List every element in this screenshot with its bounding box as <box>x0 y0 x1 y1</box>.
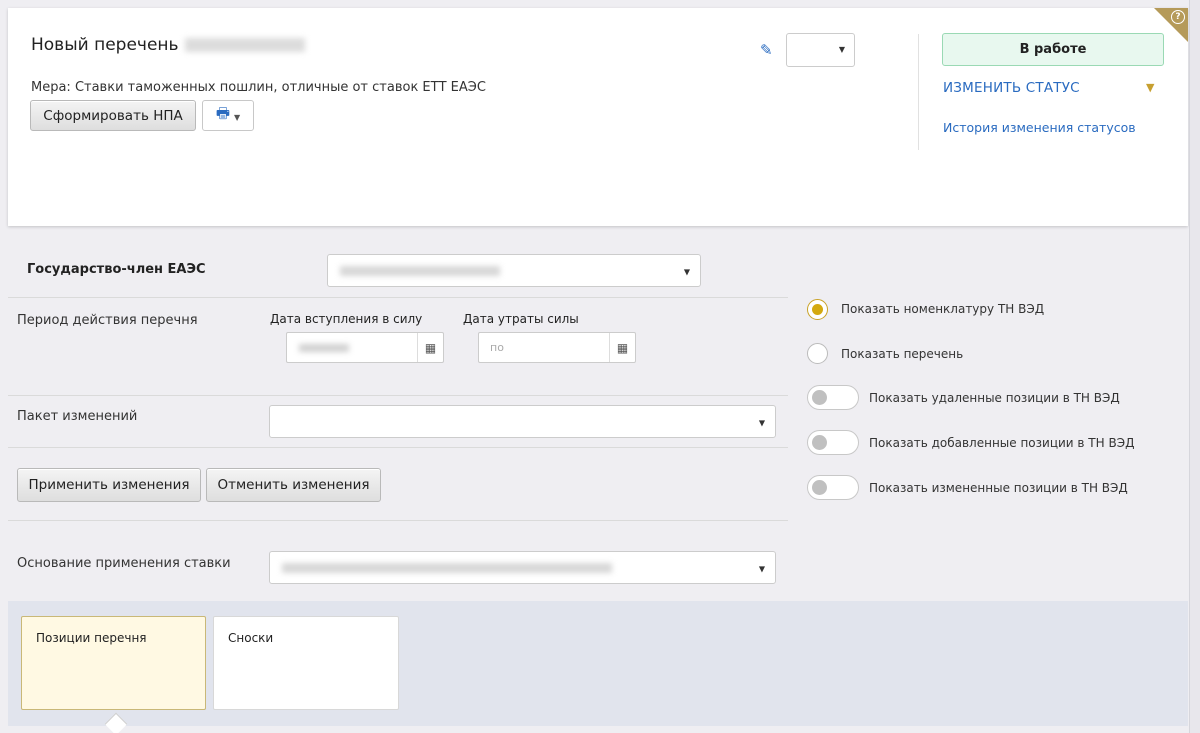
show-deleted-label: Показать удаленные позиции в ТН ВЭД <box>869 391 1120 405</box>
print-button[interactable]: 🖶 ▼ <box>202 100 254 131</box>
date-end-input[interactable]: по ▦ <box>478 332 636 363</box>
cancel-changes-button[interactable]: Отменить изменения <box>206 468 381 502</box>
basis-label: Основание применения ставки <box>17 556 231 571</box>
divider <box>8 447 788 448</box>
show-list-label: Показать перечень <box>841 347 964 361</box>
status-history-link[interactable]: История изменения статусов <box>943 120 1136 135</box>
basis-value <box>282 562 612 573</box>
show-nomenclature-radio[interactable] <box>807 299 828 320</box>
tab-list-positions[interactable]: Позиции перечня <box>21 616 206 710</box>
date-start-label: Дата вступления в силу <box>270 312 423 326</box>
divider <box>8 395 788 396</box>
scrollbar[interactable] <box>1189 0 1200 733</box>
basis-select[interactable]: ▼ <box>269 551 776 584</box>
version-select[interactable]: ▼ <box>786 33 855 67</box>
tab-label: Сноски <box>228 631 274 645</box>
date-end-label: Дата утраты силы <box>463 312 579 326</box>
show-changed-toggle[interactable] <box>807 475 859 500</box>
date-start-input[interactable]: ▦ <box>286 332 444 363</box>
date-end-placeholder: по <box>490 341 504 354</box>
divider <box>8 297 788 298</box>
printer-icon: 🖶 <box>215 104 230 122</box>
show-deleted-toggle[interactable] <box>807 385 859 410</box>
show-list-radio[interactable] <box>807 343 828 364</box>
calendar-icon[interactable]: ▦ <box>609 333 635 362</box>
member-state-value <box>340 265 500 276</box>
chevron-down-icon: ▼ <box>758 417 765 427</box>
status-dropdown-icon[interactable]: ▼ <box>1146 81 1154 94</box>
help-icon[interactable]: ? <box>1171 10 1185 24</box>
divider <box>918 34 919 150</box>
chevron-down-icon: ▼ <box>683 266 690 276</box>
show-nomenclature-label: Показать номенклатуру ТН ВЭД <box>841 302 1045 316</box>
date-start-value <box>299 344 349 352</box>
form-npa-button[interactable]: Сформировать НПА <box>30 100 196 131</box>
pencil-icon[interactable]: ✎ <box>760 41 773 59</box>
redacted-list-number <box>184 38 305 52</box>
chevron-down-icon: ▼ <box>234 113 241 122</box>
measure-text: Мера: Ставки таможенных пошлин, отличные… <box>31 80 486 95</box>
tab-footnotes[interactable]: Сноски <box>213 616 399 710</box>
calendar-icon[interactable]: ▦ <box>417 333 443 362</box>
chevron-down-icon: ▼ <box>838 45 845 54</box>
show-changed-label: Показать измененные позиции в ТН ВЭД <box>869 481 1128 495</box>
tab-label: Позиции перечня <box>36 631 147 645</box>
list-header-card: Новый перечень Мера: Ставки таможенных п… <box>8 8 1188 226</box>
period-label: Период действия перечня <box>17 313 198 328</box>
page-title-text: Новый перечень <box>31 35 179 55</box>
page-title: Новый перечень <box>31 35 305 55</box>
change-status-link[interactable]: ИЗМЕНИТЬ СТАТУС <box>943 80 1080 96</box>
package-select[interactable]: ▼ <box>269 405 776 438</box>
package-label: Пакет изменений <box>17 409 138 424</box>
member-state-label: Государство-член ЕАЭС <box>27 262 206 277</box>
show-added-label: Показать добавленные позиции в ТН ВЭД <box>869 436 1135 450</box>
divider <box>8 520 788 521</box>
show-added-toggle[interactable] <box>807 430 859 455</box>
member-state-select[interactable]: ▼ <box>327 254 701 287</box>
status-badge: В работе <box>942 33 1164 66</box>
chevron-down-icon: ▼ <box>758 563 765 573</box>
page: Новый перечень Мера: Ставки таможенных п… <box>0 0 1200 733</box>
apply-changes-button[interactable]: Применить изменения <box>17 468 201 502</box>
